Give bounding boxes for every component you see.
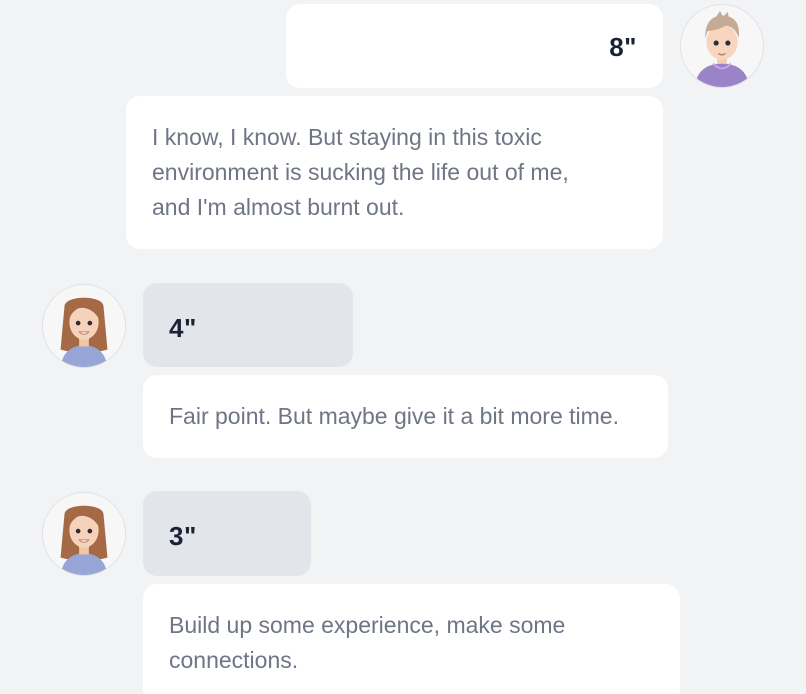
voice-duration: 3" (169, 521, 197, 551)
female-avatar-icon[interactable] (42, 284, 126, 368)
voice-duration: 8" (609, 32, 637, 62)
voice-message-bubble[interactable]: 8" (286, 4, 663, 88)
text-message-bubble[interactable]: Build up some experience, make some conn… (143, 584, 680, 694)
text-message-bubble[interactable]: I know, I know. But staying in this toxi… (126, 96, 663, 249)
message-text: Fair point. But maybe give it a bit more… (169, 403, 619, 429)
voice-message-bubble[interactable]: 3" (143, 491, 311, 576)
female-avatar-icon[interactable] (42, 492, 126, 576)
voice-duration: 4" (169, 313, 197, 343)
message-text: Build up some experience, make some conn… (169, 612, 566, 673)
chat-thread: 8" I know, I know. But staying in this t… (0, 0, 806, 694)
message-text: I know, I know. But staying in this toxi… (152, 124, 569, 220)
voice-message-bubble[interactable]: 4" (143, 283, 353, 367)
male-avatar-icon[interactable] (680, 4, 764, 88)
text-message-bubble[interactable]: Fair point. But maybe give it a bit more… (143, 375, 668, 458)
